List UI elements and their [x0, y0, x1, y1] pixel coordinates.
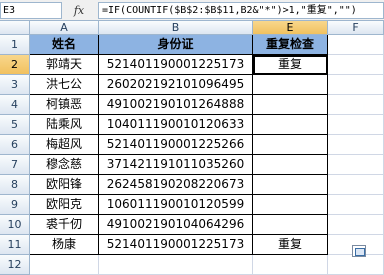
check-cell[interactable]: [253, 175, 328, 195]
row-header[interactable]: 6: [0, 135, 30, 155]
header-name-cell[interactable]: 姓名: [30, 35, 99, 55]
spreadsheet-grid: A B E F 1 姓名 身份证 重复检查 2 郭靖天 521401190001…: [0, 21, 384, 275]
autofill-options-icon[interactable]: [352, 245, 366, 257]
table-row: 6 梅超风 521401190001225266: [0, 135, 384, 155]
column-header-a[interactable]: A: [30, 21, 99, 35]
table-row: 2 郭靖天 521401190001225173 重复: [0, 55, 384, 75]
header-id-cell[interactable]: 身份证: [99, 35, 253, 55]
name-cell[interactable]: 柯镇恶: [30, 95, 99, 115]
name-cell[interactable]: 郭靖天: [30, 55, 99, 75]
column-header-b[interactable]: B: [99, 21, 253, 35]
check-cell[interactable]: [253, 215, 328, 235]
empty-cell[interactable]: [328, 55, 384, 75]
formula-bar: E3 fx =IF(COUNTIF($B$2:$B$11,B2&"*")>1,"…: [0, 0, 384, 21]
column-header-row: A B E F: [0, 21, 384, 35]
formula-input[interactable]: =IF(COUNTIF($B$2:$B$11,B2&"*")>1,"重复",""…: [98, 2, 384, 19]
name-cell[interactable]: 梅超风: [30, 135, 99, 155]
id-cell[interactable]: 260202192101096495: [99, 75, 253, 95]
row-header[interactable]: 3: [0, 75, 30, 95]
row-header[interactable]: 10: [0, 215, 30, 235]
table-row: 1 姓名 身份证 重复检查: [0, 35, 384, 55]
check-cell[interactable]: [253, 75, 328, 95]
id-cell[interactable]: 491002190101264888: [99, 95, 253, 115]
check-cell[interactable]: [253, 115, 328, 135]
id-cell[interactable]: 371421191011035260: [99, 155, 253, 175]
empty-cell[interactable]: [328, 195, 384, 215]
table-row: 7 穆念慈 371421191011035260: [0, 155, 384, 175]
check-cell[interactable]: 重复: [253, 235, 328, 255]
id-cell[interactable]: 521401190001225173: [99, 55, 253, 75]
empty-cell[interactable]: [328, 175, 384, 195]
check-cell[interactable]: [253, 195, 328, 215]
empty-cell[interactable]: [328, 95, 384, 115]
table-row: 3 洪七公 260202192101096495: [0, 75, 384, 95]
table-row: 4 柯镇恶 491002190101264888: [0, 95, 384, 115]
table-row: 10 裘千仞 491002190104064296: [0, 215, 384, 235]
id-cell[interactable]: 491002190104064296: [99, 215, 253, 235]
row-header[interactable]: 5: [0, 115, 30, 135]
empty-cell[interactable]: [253, 255, 328, 275]
row-header[interactable]: 7: [0, 155, 30, 175]
check-cell[interactable]: [253, 95, 328, 115]
fx-icon[interactable]: fx: [64, 2, 94, 19]
name-cell[interactable]: 欧阳锋: [30, 175, 99, 195]
name-box[interactable]: E3: [0, 2, 62, 19]
table-row: 9 欧阳克 106011190010120599: [0, 195, 384, 215]
name-cell[interactable]: 裘千仞: [30, 215, 99, 235]
empty-cell[interactable]: [328, 75, 384, 95]
header-check-cell[interactable]: 重复检查: [253, 35, 328, 55]
empty-cell[interactable]: [328, 135, 384, 155]
select-all-corner[interactable]: [0, 21, 30, 35]
row-header[interactable]: 12: [0, 255, 30, 275]
table-row: 11 杨康 521401190001225173 重复: [0, 235, 384, 255]
name-cell[interactable]: 穆念慈: [30, 155, 99, 175]
empty-cell[interactable]: [328, 115, 384, 135]
id-cell[interactable]: 521401190001225173: [99, 235, 253, 255]
column-header-e[interactable]: E: [253, 21, 328, 35]
row-header[interactable]: 2: [0, 55, 30, 75]
name-cell[interactable]: 陆乘风: [30, 115, 99, 135]
id-cell[interactable]: 104011190010120633: [99, 115, 253, 135]
row-header[interactable]: 8: [0, 175, 30, 195]
id-cell[interactable]: 262458190208220673: [99, 175, 253, 195]
row-header[interactable]: 1: [0, 35, 30, 55]
empty-cell[interactable]: [328, 35, 384, 55]
empty-cell[interactable]: [99, 255, 253, 275]
check-cell[interactable]: [253, 135, 328, 155]
empty-cell[interactable]: [328, 255, 384, 275]
row-header[interactable]: 4: [0, 95, 30, 115]
table-row: 5 陆乘风 104011190010120633: [0, 115, 384, 135]
row-header[interactable]: 11: [0, 235, 30, 255]
id-cell[interactable]: 521401190001225266: [99, 135, 253, 155]
name-cell[interactable]: 欧阳克: [30, 195, 99, 215]
empty-cell[interactable]: [328, 215, 384, 235]
row-header[interactable]: 9: [0, 195, 30, 215]
name-cell[interactable]: 杨康: [30, 235, 99, 255]
check-cell[interactable]: [253, 155, 328, 175]
empty-cell[interactable]: [328, 155, 384, 175]
name-cell[interactable]: 洪七公: [30, 75, 99, 95]
check-cell-selected[interactable]: 重复: [253, 55, 328, 75]
table-row: 12: [0, 255, 384, 275]
id-cell[interactable]: 106011190010120599: [99, 195, 253, 215]
empty-cell[interactable]: [30, 255, 99, 275]
table-row: 8 欧阳锋 262458190208220673: [0, 175, 384, 195]
column-header-f[interactable]: F: [328, 21, 384, 35]
